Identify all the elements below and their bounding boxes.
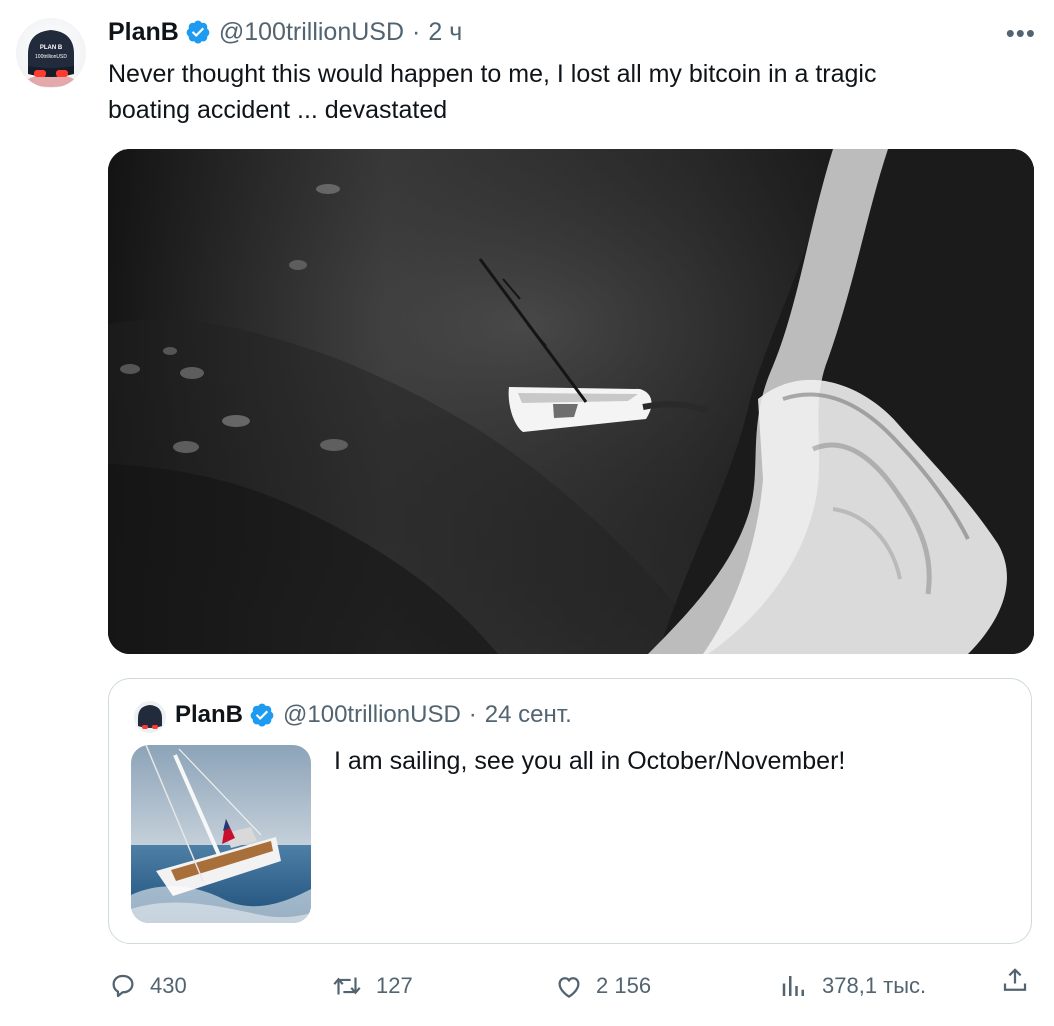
tweet-time[interactable]: 2 ч bbox=[428, 16, 462, 48]
sailing-yacht-photo bbox=[131, 745, 311, 923]
reply-count: 430 bbox=[150, 973, 187, 998]
share-button[interactable] bbox=[1000, 966, 1030, 996]
dot-separator: · bbox=[412, 18, 421, 46]
views-button[interactable]: 378,1 тыс. bbox=[778, 966, 926, 1006]
tweet-actions-bar: 430 127 2 156 378,1 тыс. bbox=[108, 966, 1034, 1006]
author-name[interactable]: PlanB bbox=[108, 16, 179, 48]
retweet-icon bbox=[333, 977, 361, 995]
views-icon bbox=[782, 976, 804, 996]
verified-badge-icon bbox=[250, 703, 274, 727]
quoted-avatar-image bbox=[138, 705, 162, 729]
heart-icon bbox=[558, 977, 580, 998]
more-icon[interactable]: ••• bbox=[1006, 18, 1036, 49]
retweet-button[interactable]: 127 bbox=[330, 966, 413, 1006]
quoted-author-avatar[interactable] bbox=[134, 701, 166, 733]
author-avatar[interactable]: PLAN B 100trillionUSD bbox=[16, 18, 86, 88]
tweet-header: PlanB @100trillionUSD · 2 ч bbox=[108, 16, 462, 48]
quoted-tweet-text: I am sailing, see you all in October/Nov… bbox=[334, 747, 846, 775]
tweet-media-image[interactable] bbox=[108, 149, 1034, 654]
like-count: 2 156 bbox=[596, 973, 652, 998]
retweet-count: 127 bbox=[376, 973, 413, 998]
tweet-text-line-2: boating accident ... devastated bbox=[108, 96, 448, 124]
author-handle[interactable]: @100trillionUSD bbox=[219, 16, 404, 48]
avatar-image: PLAN B 100trillionUSD bbox=[27, 30, 75, 87]
reply-button[interactable]: 430 bbox=[108, 966, 187, 1006]
avatar-logo-subtext: 100trillionUSD bbox=[35, 54, 67, 60]
views-count: 378,1 тыс. bbox=[822, 973, 927, 998]
tweet-text-line-1: Never thought this would happen to me, I… bbox=[108, 60, 877, 88]
like-button[interactable]: 2 156 bbox=[554, 966, 651, 1006]
avatar-logo-text: PLAN B bbox=[40, 45, 63, 51]
verified-badge-icon bbox=[186, 20, 210, 44]
quoted-author-handle[interactable]: @100trillionUSD bbox=[283, 699, 461, 731]
reply-icon bbox=[112, 974, 134, 998]
quoted-author-name[interactable]: PlanB bbox=[175, 699, 243, 731]
share-icon bbox=[1003, 968, 1027, 991]
dot-separator: · bbox=[468, 701, 477, 728]
quoted-tweet-header: PlanB @100trillionUSD · 24 сент. bbox=[175, 699, 572, 731]
boat-accident-photo bbox=[108, 149, 1034, 654]
quoted-tweet-time[interactable]: 24 сент. bbox=[485, 699, 572, 731]
quoted-tweet-image[interactable] bbox=[131, 745, 311, 923]
quoted-tweet[interactable]: PlanB @100trillionUSD · 24 сент. I am sa… bbox=[108, 678, 1032, 944]
tweet-text: Never thought this would happen to me, I… bbox=[108, 56, 1008, 128]
